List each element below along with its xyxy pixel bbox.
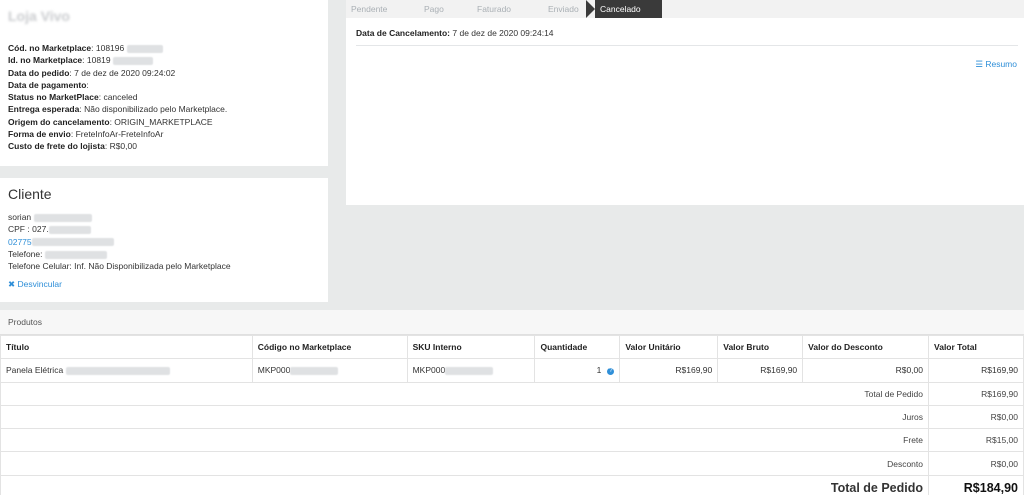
product-total-value: R$169,90 (928, 358, 1024, 383)
product-sku: MKP000 (406, 358, 536, 383)
info-shipping-method: Forma de envio: FreteInfoAr-FreteInfoAr (8, 129, 164, 140)
step-enviado: Enviado (548, 4, 579, 14)
summary-label: Frete (0, 428, 930, 453)
col-title: Título (0, 334, 253, 360)
summary-value: R$0,00 (928, 404, 1024, 430)
products-section-title: Produtos (0, 310, 1024, 335)
table-header-row: Título Código no Marketplace SKU Interno… (0, 334, 1024, 360)
client-cpf: CPF : 027. (8, 223, 231, 235)
step-faturado: Faturado (477, 4, 512, 14)
step-pendente: Pendente (351, 4, 388, 14)
info-cancel-origin: Origem do cancelamento: ORIGIN_MARKETPLA… (8, 116, 213, 127)
summary-value: R$0,00 (928, 451, 1024, 476)
product-title: Panela Elétrica (0, 358, 253, 383)
summary-row: Juros R$0,00 (0, 404, 1024, 430)
client-info: sorian CPF : 027. 02775 Telefone: Telefo… (8, 211, 231, 291)
client-name: sorian (8, 211, 231, 223)
summary-label: Juros (0, 404, 930, 430)
product-code: MKP000 (251, 358, 408, 383)
product-quantity: 1? (534, 358, 621, 383)
help-icon[interactable]: ? (607, 367, 615, 375)
product-gross-value: R$169,90 (717, 358, 804, 383)
order-info-list: Cód. no Marketplace: 108196 Id. no Marke… (8, 42, 227, 153)
info-marketplace-id: Id. no Marketplace: 10819 (8, 54, 227, 66)
summary-value: R$15,00 (928, 428, 1024, 453)
summary-label: Desconto (0, 451, 930, 476)
summary-label: Total de Pedido (0, 381, 930, 406)
grand-total-label: Total de Pedido (0, 474, 930, 495)
col-total-value: Valor Total (928, 334, 1024, 360)
client-phone: Telefone: (8, 248, 231, 260)
status-steps: Pendente Pago Faturado Enviado Cancelado (346, 0, 1024, 18)
divider (356, 45, 1018, 46)
col-quantity: Quantidade (534, 334, 621, 360)
client-title: Cliente (8, 186, 52, 202)
info-order-date: Data do pedido: 7 de dez de 2020 09:24:0… (8, 67, 176, 78)
order-info-panel: Loja Vivo Cód. no Marketplace: 108196 Id… (0, 0, 328, 166)
col-unit-value: Valor Unitário (619, 334, 719, 360)
resumo-link[interactable]: ☰ Resumo (975, 59, 1017, 70)
col-marketplace-code: Código no Marketplace (251, 334, 408, 360)
unlink-button[interactable]: ✖ Desvincular (8, 278, 231, 290)
info-shipping-cost: Custo de frete do lojista: R$0,00 (8, 141, 137, 152)
client-email[interactable]: 02775 (8, 236, 231, 248)
col-gross-value: Valor Bruto (717, 334, 804, 360)
product-discount-value: R$0,00 (802, 358, 930, 383)
info-marketplace-status: Status no MarketPlace: canceled (8, 92, 138, 103)
grand-total-value: R$184,90 (928, 474, 1024, 495)
list-icon: ☰ (975, 59, 983, 69)
client-cellphone: Telefone Celular: Inf. Não Disponibiliza… (8, 261, 231, 272)
summary-row: Desconto R$0,00 (0, 451, 1024, 476)
products-table: Título Código no Marketplace SKU Interno… (0, 334, 1024, 495)
cancel-date: Data de Cancelamento: 7 de dez de 2020 0… (356, 28, 554, 38)
info-expected-delivery: Entrega esperada: Não disponibilizado pe… (8, 104, 228, 115)
product-unit-value: R$169,90 (619, 358, 719, 383)
summary-row: Frete R$15,00 (0, 428, 1024, 453)
grand-total-row: Total de Pedido R$184,90 (0, 474, 1024, 495)
shop-name: Loja Vivo (8, 8, 70, 24)
col-sku: SKU Interno (406, 334, 536, 360)
info-marketplace-code: Cód. no Marketplace: 108196 (8, 42, 227, 54)
step-cancelado: Cancelado (586, 0, 662, 18)
step-pago: Pago (424, 4, 444, 14)
table-row: Panela Elétrica MKP000 MKP000 1? R$169,9… (0, 358, 1024, 383)
summary-value: R$169,90 (928, 381, 1024, 406)
close-icon: ✖ (8, 279, 16, 290)
summary-row: Total de Pedido R$169,90 (0, 381, 1024, 406)
col-discount-value: Valor do Desconto (802, 334, 930, 360)
info-payment-date: Data de pagamento: (8, 79, 89, 90)
